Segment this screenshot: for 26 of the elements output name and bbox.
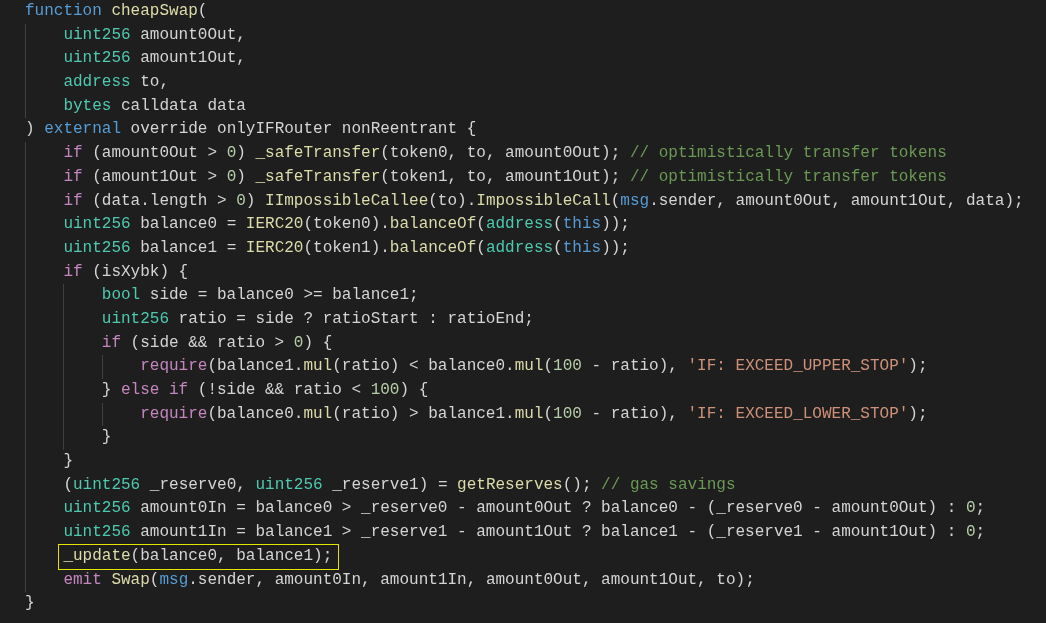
code-line: emit Swap(msg.sender, amount0In, amount1In, amount0Out, amount1Out, to); [63,569,755,591]
code-line: address to, [63,72,169,94]
code-line: ) external override onlyIFRouter nonReentrant { [25,119,477,141]
code-line: (uint256 _reserve0, uint256 _reserve1) = getReserves(); // gas savings [63,474,736,496]
code-line: uint256 balance1 = IERC20(token1).balanceOf(address(this)); [63,237,630,259]
code-line: } [25,593,35,615]
code-line: uint256 amount0Out, [63,24,246,46]
code-line: if (isXybk) { [63,261,189,283]
code-line: function cheapSwap( [25,1,208,22]
code-line: } [101,427,112,449]
code-line: if (data.length > 0) IImpossibleCallee(to).ImpossibleCall(msg.sender, amount0Out, amount1Out, data); [63,190,1024,212]
highlighted-code-line: _update(balance0, balance1); [59,544,339,569]
code-line: require(balance0.mul(ratio) > balance1.mul(100 - ratio), 'IF: EXCEED_LOWER_STOP'); [140,403,928,425]
code-line: uint256 amount0In = balance0 > _reserve0 - amount0Out ? balance0 - (_reserve0 - amount0Out) : 0; [63,498,986,520]
code-line: uint256 balance0 = IERC20(token0).balanceOf(address(this)); [63,214,630,236]
code-line: bytes calldata data [63,95,246,117]
code-line: if (side && ratio > 0) { [101,332,333,354]
code-line: } [63,451,73,473]
code-line: uint256 amount1Out, [63,48,246,70]
code-line: if (amount1Out > 0) _safeTransfer(token1, to, amount1Out); // optimistically transfer tokens [63,166,947,188]
code-line: bool side = balance0 >= balance1; [101,285,419,307]
code-line: uint256 amount1In = balance1 > _reserve1 - amount1Out ? balance1 - (_reserve1 - amount1Out) : 0; [63,522,986,544]
code-line: require(balance1.mul(ratio) < balance0.mul(100 - ratio), 'IF: EXCEED_UPPER_STOP'); [140,356,928,378]
code-line: if (amount0Out > 0) _safeTransfer(token0, to, amount0Out); // optimistically transfer tokens [63,143,947,165]
code-line: } else if (!side && ratio < 100) { [101,380,429,401]
code-line: uint256 ratio = side ? ratioStart : ratioEnd; [101,308,534,330]
